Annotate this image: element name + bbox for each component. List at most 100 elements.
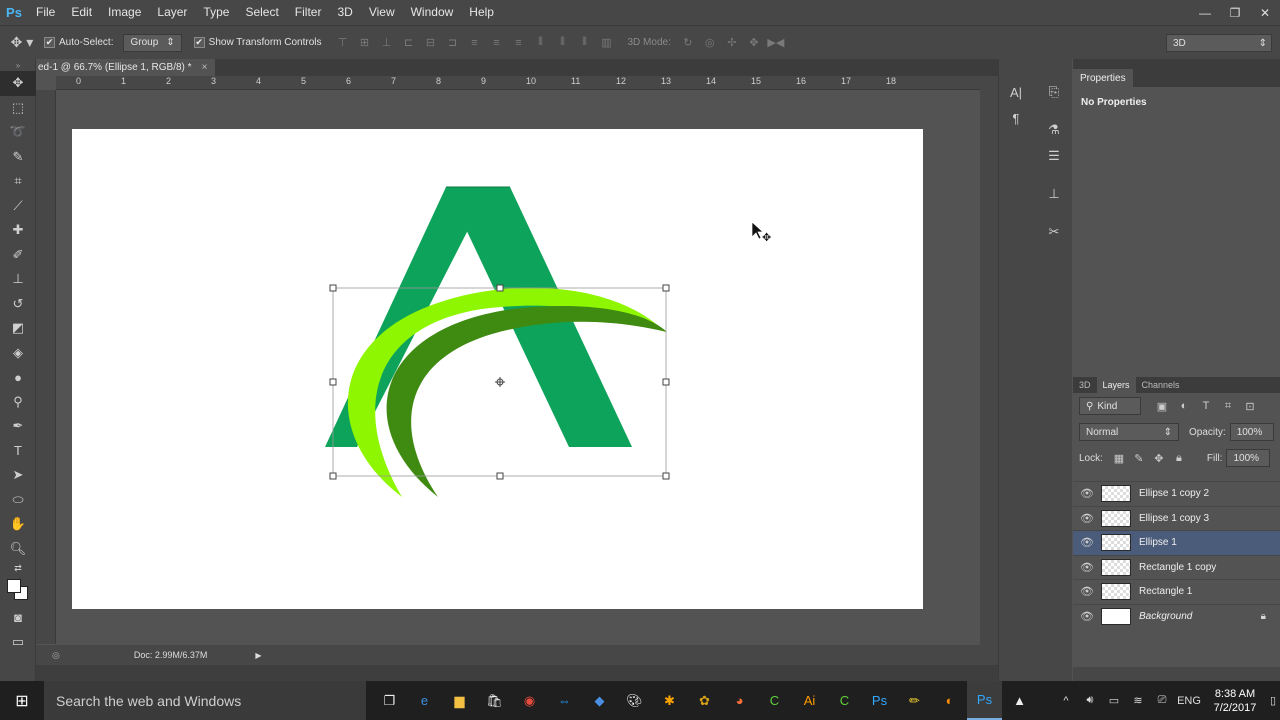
- store-icon[interactable]: 🛍︎: [477, 681, 512, 720]
- screen-mode-icon[interactable]: ▭: [0, 630, 36, 655]
- dodge-tool-icon[interactable]: ⚲: [0, 390, 36, 415]
- pen-tool-icon[interactable]: ✒: [0, 414, 36, 439]
- hand-tool-icon[interactable]: ✋: [0, 512, 36, 537]
- tool-presets-panel-icon[interactable]: ✂: [1043, 221, 1065, 243]
- distribute-bottom-icon[interactable]: ≡: [508, 35, 530, 51]
- paint-app-icon[interactable]: 🎨︎: [617, 681, 652, 720]
- horizontal-scrollbar[interactable]: [36, 665, 998, 681]
- layer-row[interactable]: 👁︎ Rectangle 1 copy: [1073, 554, 1280, 580]
- auto-select-option[interactable]: ✔ Auto-Select:: [44, 37, 113, 48]
- visibility-eye-icon[interactable]: 👁︎: [1073, 512, 1101, 525]
- blend-mode-dropdown[interactable]: Normal ⇕: [1079, 423, 1179, 441]
- battery-icon[interactable]: ▭: [1102, 694, 1126, 707]
- auto-align-icon[interactable]: ▥: [596, 35, 618, 51]
- orange-app-icon[interactable]: ◐: [932, 681, 967, 720]
- photoshop-taskbar-icon[interactable]: Ps: [862, 681, 897, 720]
- close-window-button[interactable]: ✕: [1250, 0, 1280, 25]
- 3d-rotate-icon[interactable]: ↻: [677, 35, 699, 51]
- align-top-icon[interactable]: ⊤: [332, 35, 354, 51]
- workspace-dropdown[interactable]: 3D ⇕: [1166, 34, 1272, 52]
- zoom-tool-icon[interactable]: 🔍︎: [0, 537, 36, 562]
- clone-stamp-tool-icon[interactable]: ⊥: [0, 267, 36, 292]
- teamviewer-icon[interactable]: ⇔: [547, 681, 582, 720]
- color-swatches-icon[interactable]: [0, 575, 36, 605]
- menu-window[interactable]: Window: [403, 0, 462, 25]
- 3d-scale-icon[interactable]: ▶◀: [765, 35, 787, 51]
- menu-filter[interactable]: Filter: [287, 0, 330, 25]
- layer-row[interactable]: 👁︎ Rectangle 1: [1073, 579, 1280, 604]
- vertical-scrollbar[interactable]: [980, 76, 998, 645]
- visibility-eye-icon[interactable]: 👁︎: [1073, 585, 1101, 598]
- menu-select[interactable]: Select: [237, 0, 286, 25]
- menu-help[interactable]: Help: [461, 0, 502, 25]
- zoom-indicator-icon[interactable]: ◎: [52, 650, 60, 661]
- restore-button[interactable]: ❐: [1220, 0, 1250, 25]
- filter-kind-dropdown[interactable]: ⚲ Kind: [1079, 397, 1141, 415]
- distribute-vcenter-icon[interactable]: ≡: [486, 35, 508, 51]
- menu-type[interactable]: Type: [195, 0, 237, 25]
- menu-3d[interactable]: 3D: [329, 0, 360, 25]
- layer-row[interactable]: 👁︎ Background 🔒︎: [1073, 603, 1280, 629]
- visibility-eye-icon[interactable]: 👁︎: [1073, 536, 1101, 549]
- tab-channels[interactable]: Channels: [1136, 377, 1186, 393]
- type-tool-icon[interactable]: T: [0, 439, 36, 464]
- filter-adjustment-icon[interactable]: ◐: [1173, 398, 1195, 414]
- adjustments-panel-icon[interactable]: ⚗: [1043, 119, 1065, 141]
- lock-position-icon[interactable]: ✥: [1149, 450, 1169, 466]
- menu-edit[interactable]: Edit: [63, 0, 100, 25]
- file-explorer-icon[interactable]: ▆: [442, 681, 477, 720]
- language-indicator[interactable]: ENG: [1174, 695, 1204, 707]
- eyedropper-tool-icon[interactable]: ⟋: [0, 194, 36, 219]
- blur-tool-icon[interactable]: ●: [0, 365, 36, 390]
- paragraph-panel-icon[interactable]: ¶: [1005, 107, 1027, 129]
- 3d-roll-icon[interactable]: ◎: [699, 35, 721, 51]
- layer-row[interactable]: 👁︎ Ellipse 1 copy 3: [1073, 505, 1280, 531]
- visibility-eye-icon[interactable]: 👁︎: [1073, 610, 1101, 623]
- brush-tool-icon[interactable]: ✐: [0, 243, 36, 268]
- quick-mask-icon[interactable]: ◙: [0, 605, 36, 630]
- marquee-tool-icon[interactable]: ⬚: [0, 96, 36, 121]
- windows-start-icon[interactable]: ⊞: [0, 681, 44, 720]
- 3d-slide-icon[interactable]: ✥: [743, 35, 765, 51]
- auto-select-target-dropdown[interactable]: Group ⇕: [123, 33, 182, 52]
- eraser-tool-icon[interactable]: ◩: [0, 316, 36, 341]
- show-transform-option[interactable]: ✔ Show Transform Controls: [193, 37, 322, 48]
- layer-row[interactable]: 👁︎ Ellipse 1 copy 2: [1073, 481, 1280, 506]
- visibility-eye-icon[interactable]: 👁︎: [1073, 487, 1101, 500]
- filter-pixel-icon[interactable]: ▣: [1151, 398, 1173, 414]
- chrome-icon[interactable]: ◉: [512, 681, 547, 720]
- taskbar-clock[interactable]: 8:38 AM 7/2/2017: [1204, 687, 1266, 715]
- task-view-icon[interactable]: ❐: [372, 681, 407, 720]
- ellipse-tool-icon[interactable]: ⬭: [0, 488, 36, 513]
- photos-app-icon[interactable]: ▲: [1002, 681, 1037, 720]
- crop-tool-icon[interactable]: ⌗: [0, 169, 36, 194]
- logo-artwork[interactable]: ✥: [72, 129, 923, 609]
- tab-3d[interactable]: 3D: [1073, 377, 1097, 393]
- history-panel-icon[interactable]: ⎘: [1043, 81, 1065, 103]
- brush-preset-panel-icon[interactable]: ⊥: [1043, 183, 1065, 205]
- tab-layers[interactable]: Layers: [1096, 377, 1136, 393]
- align-vcenter-icon[interactable]: ⊞: [354, 35, 376, 51]
- fill-input[interactable]: 100%: [1226, 449, 1271, 467]
- filter-type-icon[interactable]: T: [1195, 398, 1217, 414]
- auto-select-checkbox[interactable]: ✔: [44, 37, 55, 48]
- photoshop-active-icon[interactable]: Ps: [967, 681, 1002, 720]
- align-left-icon[interactable]: ⊏: [398, 35, 420, 51]
- tray-chevron-icon[interactable]: ^: [1054, 695, 1078, 707]
- pencil-app-icon[interactable]: ✏: [897, 681, 932, 720]
- 3d-pan-icon[interactable]: ✢: [721, 35, 743, 51]
- camtasia-recorder-icon[interactable]: C: [827, 681, 862, 720]
- pinwheel-app-icon[interactable]: ✱: [652, 681, 687, 720]
- quick-select-tool-icon[interactable]: ✎: [0, 145, 36, 170]
- distribute-left-icon[interactable]: ⦀: [530, 35, 552, 51]
- distribute-hcenter-icon[interactable]: ⦀: [552, 35, 574, 51]
- lock-all-icon[interactable]: 🔒︎: [1169, 450, 1189, 466]
- document-canvas[interactable]: ✥: [72, 129, 923, 609]
- minimize-button[interactable]: —: [1190, 0, 1220, 25]
- media-app-icon[interactable]: ✿: [687, 681, 722, 720]
- move-tool-preset-icon[interactable]: ✥ ▾: [0, 34, 44, 51]
- taskbar-search-input[interactable]: Search the web and Windows: [44, 681, 366, 720]
- volume-icon[interactable]: 🔊︎: [1078, 694, 1102, 707]
- notification-icon[interactable]: ⎚: [1150, 694, 1174, 707]
- opacity-input[interactable]: 100%: [1229, 423, 1274, 441]
